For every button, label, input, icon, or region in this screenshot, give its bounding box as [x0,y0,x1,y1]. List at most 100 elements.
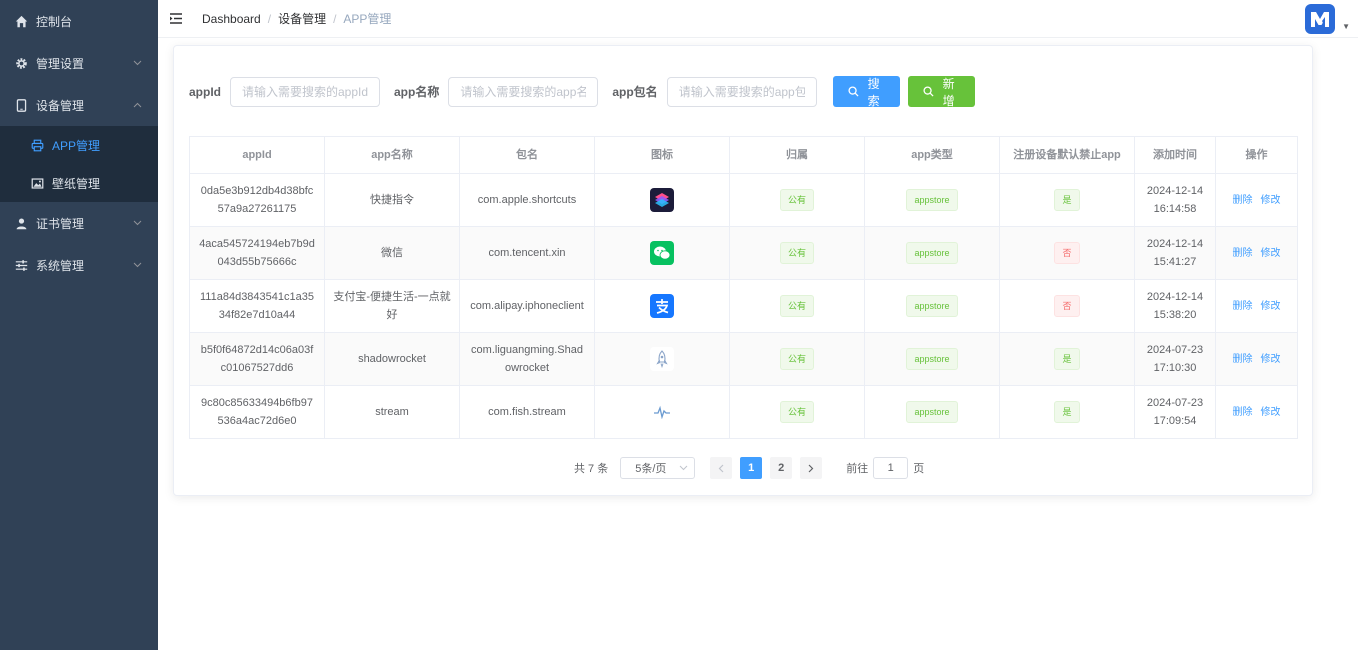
breadcrumb-current: APP管理 [343,12,392,26]
column-header: app类型 [864,136,1000,174]
gear-icon [14,56,28,70]
wechat-icon [650,241,674,265]
sidebar-item-system[interactable]: 系统管理 [0,244,158,286]
cell-ops: 删除 修改 [1215,385,1298,439]
cell-owner: 公有 [729,226,865,280]
sliders-icon [14,258,28,272]
type-tag: appstore [906,401,958,423]
prev-page-button[interactable] [710,457,733,479]
edit-link[interactable]: 修改 [1261,248,1281,259]
cell-type: appstore [864,332,1000,386]
sidebar-item-wallpaper-manage[interactable]: 壁纸管理 [0,164,158,202]
cell-name: 微信 [324,226,460,280]
tablet-icon [14,98,28,112]
cell-icon [594,226,730,280]
table-header-row: appId app名称 包名 图标 归属 app类型 注册设备默认禁止app 添… [189,136,1298,174]
search-icon [923,86,934,97]
delete-link[interactable]: 删除 [1233,301,1253,312]
forbid-tag: 否 [1054,242,1080,264]
navbar: Dashboard / 设备管理 / APP管理 ▼ [158,0,1358,38]
column-header: 包名 [459,136,595,174]
package-label: app包名 [612,85,658,99]
cell-type: appstore [864,385,1000,439]
shortcuts-icon [650,188,674,212]
home-icon [14,14,28,28]
owner-tag: 公有 [779,348,814,370]
rocket-icon [650,347,674,371]
table-row: 0da5e3b912db4d38bfc57a9a27261175 快捷指令 co… [189,173,1298,227]
breadcrumb: Dashboard / 设备管理 / APP管理 [202,10,391,27]
avatar[interactable] [1305,4,1335,34]
sidebar-item-app-manage[interactable]: APP管理 [0,126,158,164]
forbid-tag: 是 [1054,189,1080,211]
column-header: 操作 [1215,136,1298,174]
cell-type: appstore [864,226,1000,280]
content-card: appId app名称 app包名 搜索 新增 appId app名称 包名 [173,45,1313,496]
next-page-button[interactable] [800,457,823,479]
caret-down-icon[interactable]: ▼ [1342,22,1350,31]
cell-name: shadowrocket [324,332,460,386]
sidebar-item-devices[interactable]: 设备管理 [0,84,158,126]
pagination-total: 共 7 条 [574,463,609,475]
cell-time: 2024-07-23 17:10:30 [1134,332,1216,386]
sidebar-item-label: 设备管理 [36,98,85,113]
type-tag: appstore [906,295,958,317]
sidebar-item-label: APP管理 [52,138,101,153]
cell-appid: b5f0f64872d14c06a03fc01067527dd6 [189,332,325,386]
column-header: appId [189,136,325,174]
hamburger-icon[interactable] [170,13,184,25]
table-row: 4aca545724194eb7b9d043d55b75666c 微信 com.… [189,226,1298,280]
package-search-input[interactable] [666,76,817,107]
cell-appid: 4aca545724194eb7b9d043d55b75666c [189,226,325,280]
delete-link[interactable]: 删除 [1233,407,1253,418]
sidebar-item-label: 系统管理 [36,258,85,273]
table-row: 9c80c85633494b6fb97536a4ac72d6e0 stream … [189,385,1298,439]
sidebar-item-certificates[interactable]: 证书管理 [0,202,158,244]
cell-owner: 公有 [729,332,865,386]
delete-link[interactable]: 删除 [1233,354,1253,365]
cell-ops: 删除 修改 [1215,279,1298,333]
edit-link[interactable]: 修改 [1261,195,1281,206]
edit-link[interactable]: 修改 [1261,301,1281,312]
page-size-select[interactable]: 5条/页 [620,457,696,479]
chevron-up-icon [133,100,142,110]
breadcrumb-dashboard[interactable]: Dashboard [202,12,261,26]
chevron-down-icon [679,463,688,473]
search-button[interactable]: 搜索 [832,76,900,108]
add-button[interactable]: 新增 [907,76,975,108]
owner-tag: 公有 [779,295,814,317]
sidebar-item-dashboard[interactable]: 控制台 [0,0,158,42]
sidebar-item-settings[interactable]: 管理设置 [0,42,158,84]
breadcrumb-devices[interactable]: 设备管理 [278,10,326,27]
cell-owner: 公有 [729,385,865,439]
column-header: 归属 [729,136,865,174]
name-search-input[interactable] [448,76,599,107]
app-table: appId app名称 包名 图标 归属 app类型 注册设备默认禁止app 添… [189,136,1298,439]
appid-search-input[interactable] [230,76,380,107]
alipay-icon [650,294,674,318]
type-tag: appstore [906,242,958,264]
search-button-label: 搜索 [867,76,880,108]
chevron-down-icon [133,218,142,228]
cell-package: com.apple.shortcuts [459,173,595,227]
edit-link[interactable]: 修改 [1261,354,1281,365]
delete-link[interactable]: 删除 [1233,248,1253,259]
edit-link[interactable]: 修改 [1261,407,1281,418]
cell-icon [594,385,730,439]
type-tag: appstore [906,348,958,370]
cell-time: 2024-07-23 17:09:54 [1134,385,1216,439]
column-header: 图标 [594,136,730,174]
sidebar-item-label: 控制台 [36,14,73,29]
page-button-2[interactable]: 2 [770,457,793,479]
delete-link[interactable]: 删除 [1233,195,1253,206]
goto-page-input[interactable] [873,457,909,479]
goto-suffix: 页 [913,463,925,475]
cell-forbid: 是 [999,173,1135,227]
cell-icon [594,332,730,386]
page-button-1[interactable]: 1 [740,457,763,479]
sidebar-item-label: 管理设置 [36,56,85,71]
breadcrumb-separator: / [333,11,337,26]
cell-forbid: 否 [999,226,1135,280]
owner-tag: 公有 [779,401,814,423]
forbid-tag: 是 [1054,401,1080,423]
